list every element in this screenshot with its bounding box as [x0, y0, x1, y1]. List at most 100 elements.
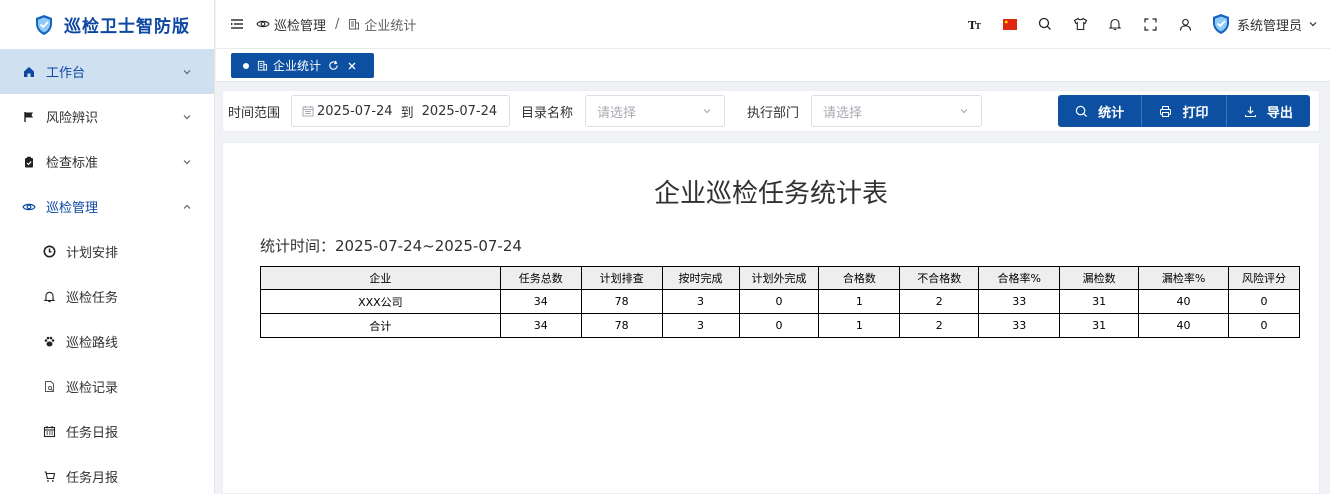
end-date: 2025-07-24: [421, 103, 498, 119]
column-header: 合格数: [818, 266, 901, 290]
date-range-separator: 到: [400, 105, 414, 121]
sidebar-item-risk[interactable]: 风险辨识: [0, 94, 214, 139]
chevron-down-icon: [183, 114, 191, 119]
sidebar-item-inspection[interactable]: 巡检管理: [0, 184, 214, 229]
breadcrumb-item-inspection[interactable]: 巡检管理: [256, 15, 326, 34]
china-flag-icon[interactable]: [993, 0, 1028, 49]
search-icon[interactable]: [1028, 0, 1063, 49]
font-size-icon[interactable]: TT: [958, 0, 993, 49]
department-select[interactable]: 请选择: [811, 95, 983, 127]
app-logo[interactable]: 巡检卫士智防版: [0, 0, 214, 49]
clock-icon: [42, 245, 56, 259]
bell-icon[interactable]: [1098, 0, 1133, 49]
sidebar-item-label: 工作台: [46, 66, 86, 81]
export-button[interactable]: 导出: [1227, 95, 1310, 127]
calendar-icon: [302, 106, 314, 117]
sidebar: 巡检卫士智防版 工作台 风险辨识 检查标准 巡检管理 计划安排 巡检任务 巡检路…: [0, 0, 215, 494]
table-cell: 34: [499, 289, 582, 314]
sidebar-item-label: 计划安排: [66, 246, 119, 261]
document-search-icon: [42, 380, 56, 394]
printer-icon: [1160, 105, 1172, 117]
header-toolbar: TT 系统管理员: [958, 0, 1330, 48]
table-cell: 40: [1138, 289, 1230, 314]
table-cell: 34: [499, 313, 582, 338]
table-header-row: 企业 任务总数 计划排查 按时完成 计划外完成 合格数 不合格数 合格率% 漏检…: [260, 266, 1300, 290]
sidebar-item-label: 任务日报: [66, 426, 119, 441]
catalog-select[interactable]: 请选择: [585, 95, 726, 127]
start-date: 2025-07-24: [317, 103, 393, 119]
sidebar-item-label: 任务月报: [66, 471, 119, 486]
table-row-total: 合计 34 78 3 0 1 2 33 31 40 0: [260, 313, 1300, 338]
table-cell: 31: [1059, 313, 1140, 338]
search-icon: [1075, 105, 1088, 117]
table-cell: 31: [1059, 289, 1140, 314]
time-range-label: 时间范围: [228, 105, 281, 121]
app-title: 巡检卫士智防版: [64, 17, 190, 37]
close-icon[interactable]: [347, 61, 357, 71]
theme-shirt-icon[interactable]: [1063, 0, 1098, 49]
flag-icon: [22, 110, 36, 124]
sidebar-item-standard[interactable]: 检查标准: [0, 139, 214, 184]
table-cell: 1: [818, 289, 901, 314]
sidebar-subitem-record[interactable]: 巡检记录: [0, 364, 214, 409]
download-icon: [1244, 106, 1256, 117]
sidebar-subitem-task[interactable]: 巡检任务: [0, 274, 214, 319]
tab-enterprise-stats[interactable]: 企业统计: [231, 53, 374, 78]
button-label: 打印: [1182, 105, 1209, 121]
table-cell: 合计: [260, 313, 501, 338]
date-range-picker[interactable]: 2025-07-24 到 2025-07-24: [291, 95, 511, 127]
clipboard-icon: [22, 155, 36, 169]
report-table: 企业 任务总数 计划排查 按时完成 计划外完成 合格数 不合格数 合格率% 漏检…: [260, 266, 1300, 338]
table-cell: 0: [738, 313, 820, 338]
cart-icon: [42, 470, 56, 484]
active-dot: [243, 62, 249, 69]
table-cell: 1: [818, 313, 901, 338]
bell-icon: [42, 290, 56, 304]
table-cell: XXX公司: [260, 289, 501, 314]
select-placeholder: 请选择: [823, 105, 863, 121]
breadcrumb-item-current: 企业统计: [348, 15, 416, 34]
sidebar-item-label: 巡检管理: [46, 201, 99, 216]
sidebar-item-workbench[interactable]: 工作台: [0, 49, 214, 94]
report-time: 统计时间：2025-07-24~2025-07-24: [260, 237, 522, 255]
department-label: 执行部门: [747, 105, 800, 121]
eye-icon: [22, 200, 36, 214]
refresh-icon[interactable]: [328, 60, 339, 71]
action-button-group: 统计 打印 导出: [1058, 95, 1310, 127]
sidebar-item-label: 巡检路线: [66, 336, 119, 351]
paw-icon: [42, 335, 56, 349]
column-header: 风险评分: [1228, 266, 1300, 290]
fullscreen-icon[interactable]: [1133, 0, 1168, 49]
building-icon: [257, 60, 268, 71]
table-cell: 0: [738, 289, 820, 314]
breadcrumb-separator: /: [335, 16, 340, 32]
breadcrumb-label: 巡检管理: [274, 18, 327, 34]
chevron-down-icon: [183, 69, 191, 74]
filter-bar: 时间范围 2025-07-24 到 2025-07-24 目录名称 请选择 执行…: [222, 90, 1320, 132]
sidebar-subitem-route[interactable]: 巡检路线: [0, 319, 214, 364]
stats-button[interactable]: 统计: [1058, 95, 1143, 127]
hamburger-icon[interactable]: [230, 17, 244, 31]
table-cell: 78: [580, 289, 663, 314]
column-header: 不合格数: [899, 266, 980, 290]
sidebar-subitem-plan[interactable]: 计划安排: [0, 229, 214, 274]
select-placeholder: 请选择: [597, 105, 637, 121]
sidebar-subitem-daily[interactable]: 任务日报: [0, 409, 214, 454]
sidebar-item-label: 巡检任务: [66, 291, 119, 306]
sidebar-subitem-monthly[interactable]: 任务月报: [0, 454, 214, 494]
chevron-down-icon: [1309, 22, 1317, 27]
user-menu[interactable]: 系统管理员: [1211, 13, 1318, 35]
top-header: 巡检管理 / 企业统计 TT 系统管理员: [216, 0, 1330, 49]
eye-icon: [256, 20, 270, 28]
sidebar-item-label: 检查标准: [46, 156, 99, 171]
chevron-up-icon: [183, 204, 191, 209]
column-header: 漏检率%: [1138, 266, 1230, 290]
print-button[interactable]: 打印: [1142, 95, 1227, 127]
user-icon[interactable]: [1168, 0, 1203, 49]
column-header: 计划排查: [580, 266, 663, 290]
breadcrumb: 巡检管理 / 企业统计: [256, 15, 416, 34]
button-label: 统计: [1098, 105, 1125, 121]
table-cell: 33: [978, 289, 1061, 314]
table-cell: 3: [661, 313, 740, 338]
table-cell: 0: [1228, 313, 1300, 338]
